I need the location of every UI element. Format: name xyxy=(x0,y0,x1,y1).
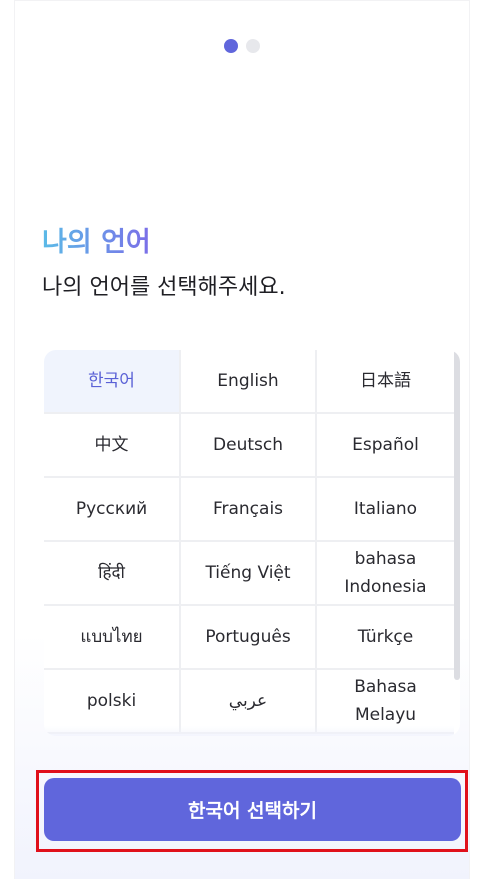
language-option[interactable]: 中文 xyxy=(44,414,181,478)
language-option[interactable]: हिंदी xyxy=(44,542,181,606)
language-option[interactable]: 日本語 xyxy=(317,350,454,414)
language-option[interactable]: bahasa Indonesia xyxy=(317,542,454,606)
language-option[interactable]: عربي xyxy=(181,670,317,734)
language-option-selected[interactable]: 한국어 xyxy=(44,350,181,414)
list-scrollbar-thumb[interactable] xyxy=(454,350,460,680)
page-dot-inactive xyxy=(246,39,260,53)
page-title: 나의 언어 xyxy=(42,227,151,258)
language-option[interactable]: Español xyxy=(317,414,454,478)
page-subtitle: 나의 언어를 선택해주세요. xyxy=(42,275,286,300)
language-grid: 한국어 English 日本語 中文 Deutsch Español Русск… xyxy=(44,350,454,734)
language-select-screen: 나의 언어 나의 언어를 선택해주세요. 한국어 English 日本語 中文 … xyxy=(0,0,485,879)
select-language-button[interactable]: 한국어 선택하기 xyxy=(44,778,461,841)
language-option[interactable]: Русский xyxy=(44,478,181,542)
language-option[interactable]: แบบไทย xyxy=(44,606,181,670)
language-option[interactable]: Português xyxy=(181,606,317,670)
language-option[interactable]: Bahasa Melayu xyxy=(317,670,454,734)
page-dot-active xyxy=(224,39,238,53)
language-option[interactable]: Türkçe xyxy=(317,606,454,670)
language-option[interactable]: Deutsch xyxy=(181,414,317,478)
language-option[interactable]: English xyxy=(181,350,317,414)
page-indicator xyxy=(15,39,469,53)
list-scrollbar-track[interactable] xyxy=(454,350,460,736)
language-list[interactable]: 한국어 English 日本語 中文 Deutsch Español Русск… xyxy=(44,350,460,736)
language-option[interactable]: Tiếng Việt xyxy=(181,542,317,606)
language-option[interactable]: polski xyxy=(44,670,181,734)
language-option[interactable]: Italiano xyxy=(317,478,454,542)
language-option[interactable]: Français xyxy=(181,478,317,542)
